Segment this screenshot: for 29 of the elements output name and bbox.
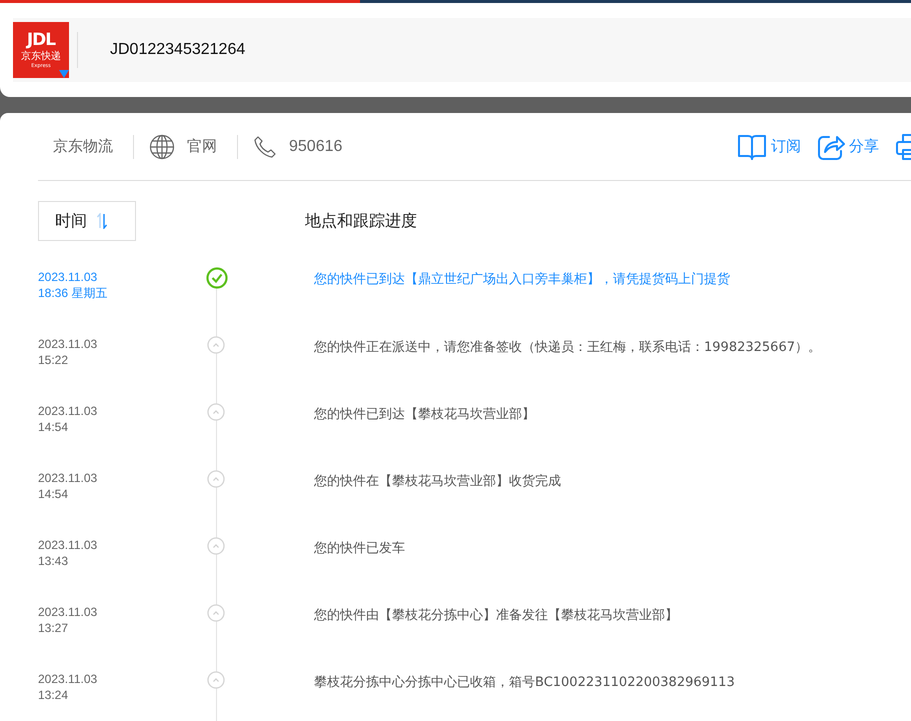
event-time: 2023.11.03 14:54 [38,403,98,436]
subscribe-link[interactable]: 订阅 [771,137,801,156]
logo-mark: JDL [26,32,56,48]
event-time: 2023.11.03 18:36 星期五 [38,269,108,302]
event-description: 您的快件正在派送中，请您准备签收（快递员：王红梅，联系电话：19982325667）。 [314,339,821,357]
column-heading: 地点和跟踪进度 [305,210,417,232]
event-description: 您的快件在【攀枝花马坎营业部】收货完成 [314,473,561,491]
sort-icon [97,213,107,229]
dropdown-icon [59,70,69,78]
carrier-name: 京东物流 [53,137,113,156]
book-icon [737,132,767,160]
event-description: 您的快件已到达【攀枝花马坎营业部】 [314,406,535,424]
phone-icon [253,134,277,158]
website-link[interactable]: 官网 [187,137,217,156]
event-time: 2023.11.03 14:54 [38,470,98,503]
sort-button[interactable]: 时间 [38,201,136,241]
logo-name: 京东快递 [21,52,61,62]
event-time: 2023.11.03 15:22 [38,336,98,369]
event-description: 您的快件由【攀枝花分拣中心】准备发往【攀枝花马坎营业部】 [314,607,678,625]
event-time: 2023.11.03 13:24 [38,671,98,704]
event-description: 攀枝花分拣中心分拣中心已收箱，箱号BC1002231102200382969113 [314,674,735,692]
event-time: 2023.11.03 13:27 [38,604,98,637]
phone-number: 950616 [289,138,342,156]
tracking-number: JD0122345321264 [110,41,246,59]
globe-icon [149,134,175,160]
event-time: 2023.11.03 13:43 [38,537,98,570]
share-link[interactable]: 分享 [849,137,879,156]
event-description: 您的快件已发车 [314,540,405,558]
event-description: 您的快件已到达【鼎立世纪广场出入口旁丰巢柜】，请凭提货码上门提货 [314,271,730,289]
